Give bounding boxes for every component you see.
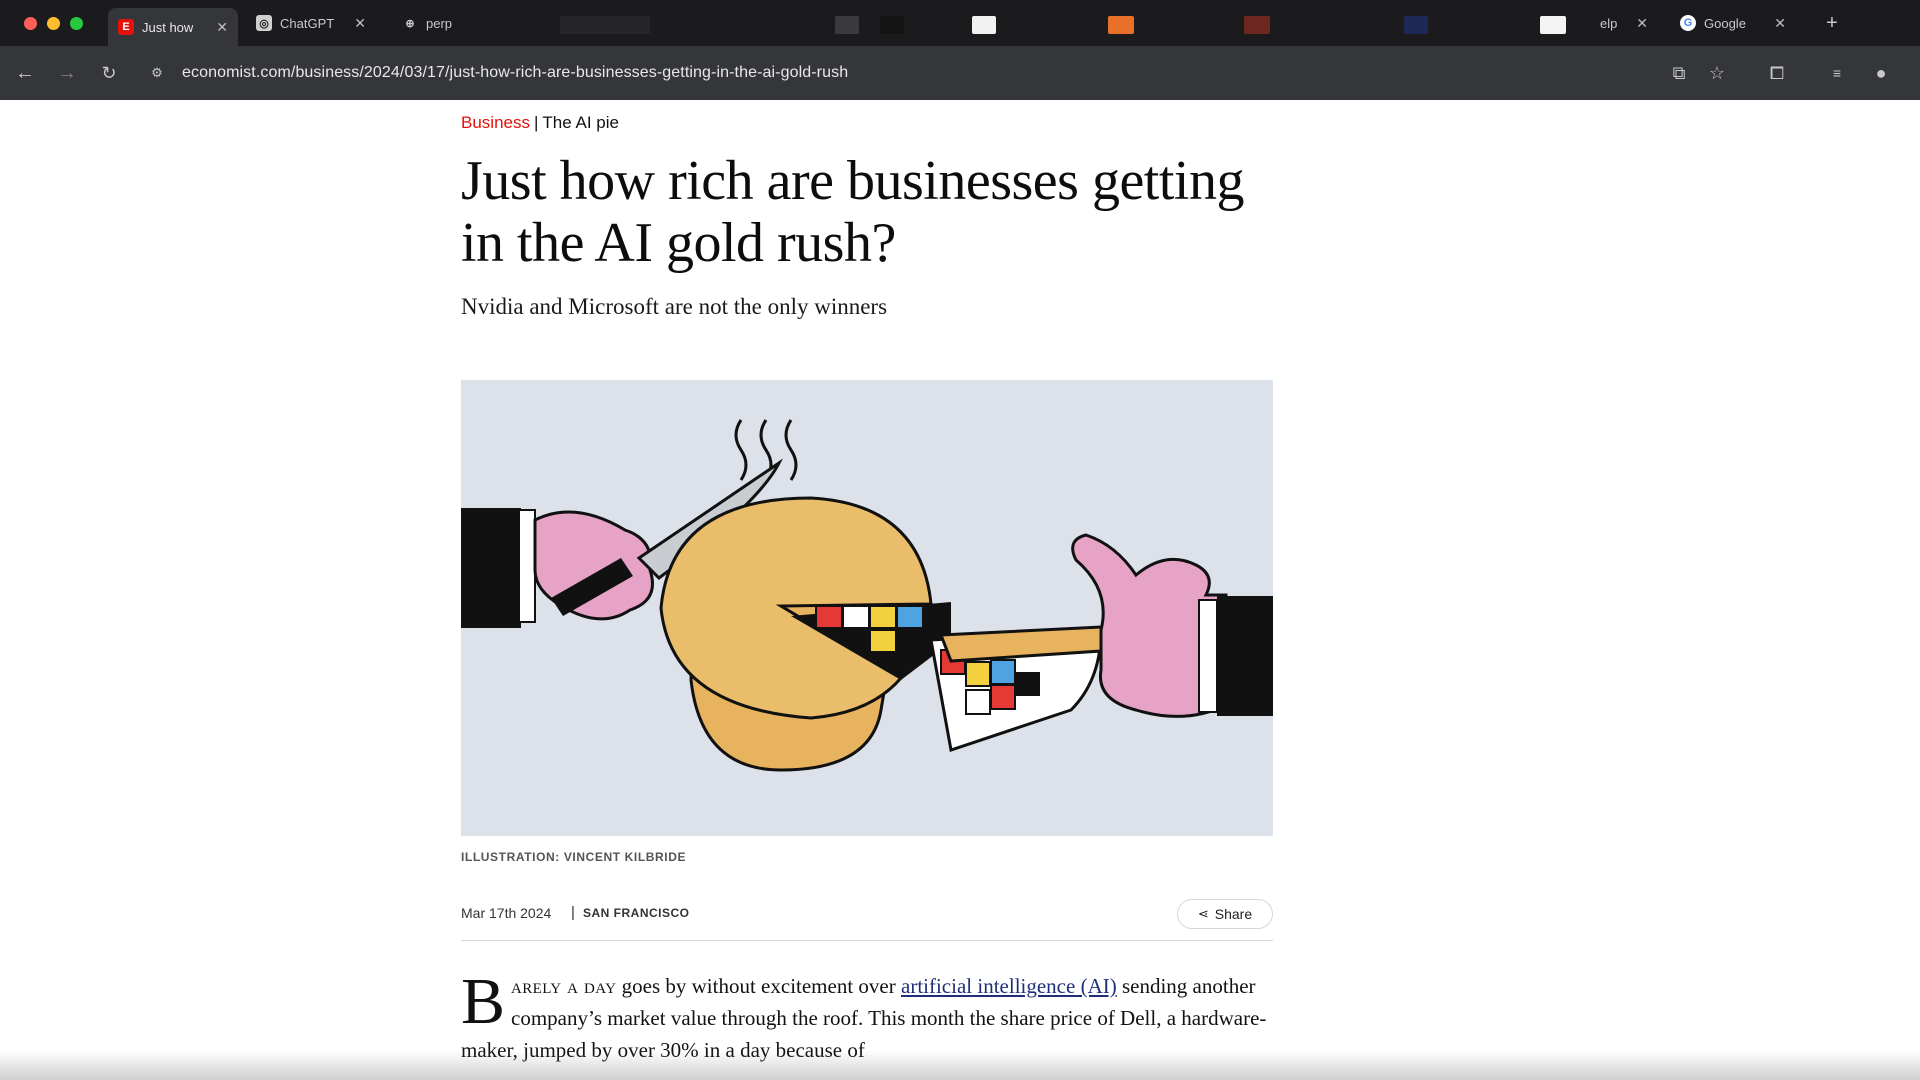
globe-icon: ⊕ bbox=[405, 17, 415, 30]
tab-label: perp bbox=[426, 15, 453, 31]
chatgpt-favicon-icon: ◎ bbox=[256, 15, 272, 31]
screen-cast-icon[interactable]: ⧉ bbox=[1666, 60, 1692, 86]
window-maximize-button[interactable] bbox=[70, 17, 83, 30]
share-button[interactable]: ⋖ Share bbox=[1177, 899, 1273, 929]
browser-chrome: E Just how ✕ ◎ ChatGPT ✕ ⊕ perp elp ✕ G … bbox=[0, 0, 1920, 100]
dateline-location: SAN FRANCISCO bbox=[583, 906, 690, 920]
reading-mode-icon[interactable]: ≡ bbox=[1824, 60, 1850, 86]
tab-google[interactable]: G Google ✕ bbox=[1670, 8, 1796, 38]
url-text[interactable]: economist.com/business/2024/03/17/just-h… bbox=[182, 64, 848, 82]
blurred-tab bbox=[1540, 16, 1566, 34]
drop-cap: B bbox=[461, 965, 506, 1038]
tab-strip: E Just how ✕ ◎ ChatGPT ✕ ⊕ perp elp ✕ G … bbox=[0, 0, 1920, 46]
section-link[interactable]: Business bbox=[461, 113, 530, 132]
ai-topic-link[interactable]: artificial intelligence (AI) bbox=[901, 974, 1117, 998]
image-caption: ILLUSTRATION: VINCENT KILBRIDE bbox=[461, 850, 687, 864]
publish-date: Mar 17th 2024 bbox=[461, 905, 552, 921]
tab-label: ChatGPT bbox=[280, 15, 335, 31]
tab-label: Just how bbox=[142, 19, 194, 35]
lead-in-smallcaps: ARELY A DAY bbox=[511, 974, 617, 998]
puzzle-icon[interactable]: ⧠ bbox=[1764, 60, 1790, 86]
hero-illustration bbox=[461, 380, 1273, 836]
body-text: goes by without excitement over bbox=[616, 974, 901, 998]
topic-label: The AI pie bbox=[542, 113, 619, 132]
blurred-tab bbox=[972, 16, 996, 34]
address-bar[interactable]: ⚙ economist.com/business/2024/03/17/just… bbox=[140, 56, 1640, 90]
reload-icon[interactable]: ↻ bbox=[96, 60, 122, 86]
tab-elp[interactable]: elp ✕ bbox=[1592, 8, 1658, 38]
tab-economist[interactable]: E Just how ✕ bbox=[108, 8, 238, 46]
article-meta: Mar 17th 2024 | SAN FRANCISCO ⋖ Share bbox=[461, 899, 1273, 929]
tab-chatgpt[interactable]: ◎ ChatGPT ✕ bbox=[246, 8, 376, 38]
meta-separator: | bbox=[571, 904, 575, 921]
blurred-tab bbox=[1244, 16, 1270, 34]
economist-favicon-icon: E bbox=[118, 19, 134, 35]
blurred-tab bbox=[1108, 16, 1134, 34]
breadcrumb-separator: | bbox=[533, 113, 539, 132]
site-settings-icon[interactable]: ⚙ bbox=[148, 64, 166, 82]
blurred-tab bbox=[560, 16, 650, 34]
share-icon: ⋖ bbox=[1197, 906, 1209, 921]
blurred-tab bbox=[880, 16, 904, 34]
close-icon[interactable]: ✕ bbox=[216, 19, 228, 36]
browser-toolbar: ← → ↻ ⚙ economist.com/business/2024/03/1… bbox=[0, 46, 1920, 100]
tab-perplexity[interactable]: ⊕ perp bbox=[392, 8, 472, 38]
share-label: Share bbox=[1214, 906, 1253, 922]
divider bbox=[461, 940, 1273, 941]
window-close-button[interactable] bbox=[24, 17, 37, 30]
blurred-tab bbox=[835, 16, 859, 34]
tab-label: elp bbox=[1600, 15, 1618, 31]
screen-edge-shadow bbox=[0, 1050, 1920, 1080]
article-standfirst: Nvidia and Microsoft are not the only wi… bbox=[461, 294, 888, 319]
arrow-left-icon[interactable]: ← bbox=[12, 60, 38, 86]
tab-label: Google bbox=[1704, 15, 1746, 31]
pie-illustration-image bbox=[461, 419, 1273, 772]
window-minimize-button[interactable] bbox=[47, 17, 60, 30]
close-icon[interactable]: ✕ bbox=[354, 15, 366, 32]
article-headline: Just how rich are businesses getting in … bbox=[461, 150, 1244, 274]
person-icon[interactable]: ● bbox=[1868, 60, 1894, 86]
arrow-right-icon[interactable]: → bbox=[54, 60, 80, 86]
google-favicon-icon: G bbox=[1680, 15, 1696, 31]
new-tab-plus-icon[interactable]: + bbox=[1820, 8, 1844, 38]
blurred-tab bbox=[1404, 16, 1428, 34]
close-icon[interactable]: ✕ bbox=[1636, 15, 1648, 32]
star-icon[interactable]: ☆ bbox=[1704, 60, 1730, 86]
close-icon[interactable]: ✕ bbox=[1774, 15, 1786, 32]
breadcrumb: Business | The AI pie bbox=[461, 113, 619, 133]
